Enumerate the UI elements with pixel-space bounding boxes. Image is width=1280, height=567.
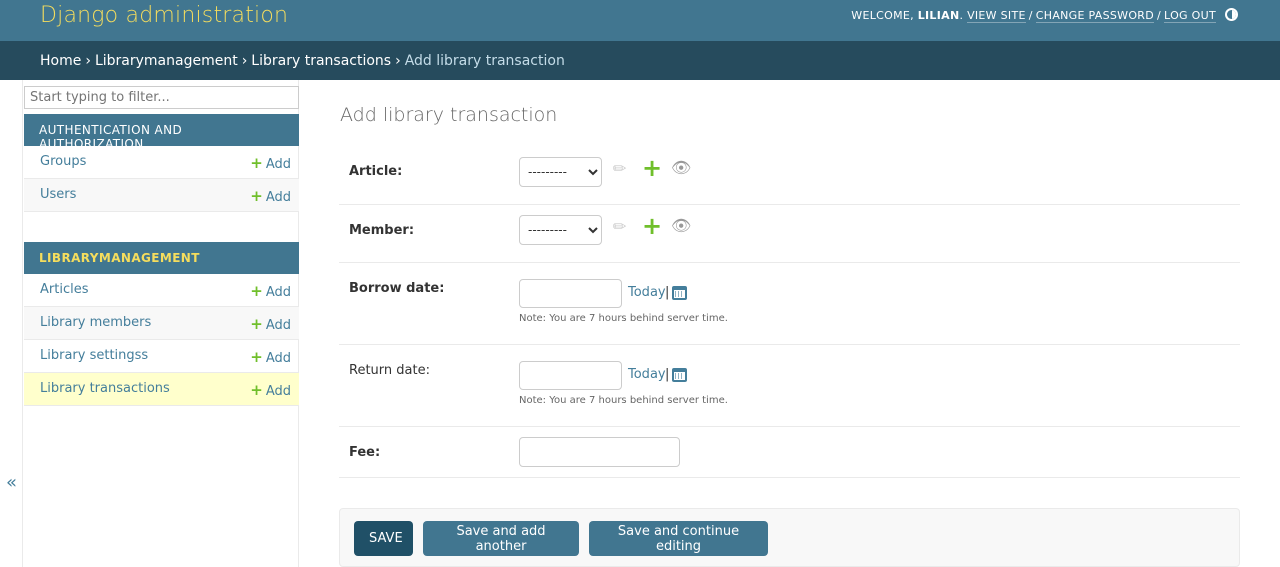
module-caption-librarymanagement[interactable]: LIBRARYMANAGEMENT [24, 242, 299, 274]
breadcrumb-app[interactable]: Librarymanagement [95, 53, 238, 69]
article-select[interactable]: --------- [519, 157, 602, 187]
save-and-continue-button[interactable]: Save and continue editing [589, 521, 768, 556]
sidebar-link-library-settingss[interactable]: Library settingss [40, 348, 148, 363]
breadcrumb-home[interactable]: Home [40, 53, 81, 69]
view-eye-icon: 👁 [671, 216, 692, 235]
borrow-date-help: Note: You are 7 hours behind server time… [519, 313, 728, 324]
add-users-link[interactable]: + Add [250, 187, 291, 205]
borrow-date-label: Borrow date: [349, 281, 445, 296]
nav-sidebar: AUTHENTICATION AND AUTHORIZATION Groups … [22, 80, 299, 567]
breadcrumb-current: Add library transaction [404, 53, 565, 69]
breadcrumb: Home › Librarymanagement › Library transacti… [0, 41, 1280, 80]
borrow-date-today-link[interactable]: Today [628, 285, 666, 300]
add-articles-link[interactable]: + Add [250, 282, 291, 300]
add-library-settingss-link[interactable]: + Add [250, 348, 291, 366]
username: LILIAN [917, 9, 960, 22]
view-eye-icon: 👁 [671, 158, 692, 177]
member-label: Member: [349, 223, 415, 238]
calendar-icon[interactable] [672, 286, 687, 300]
nav-filter-input[interactable] [24, 86, 299, 109]
add-article-plus-icon[interactable]: + [642, 156, 662, 180]
view-site-link[interactable]: VIEW SITE [967, 9, 1026, 23]
site-branding[interactable]: Django administration [40, 3, 288, 28]
user-tools: WELCOME, LILIAN. VIEW SITE / CHANGE PASSWO… [851, 9, 1216, 23]
change-password-link[interactable]: CHANGE PASSWORD [1035, 9, 1155, 23]
return-date-today-link[interactable]: Today [628, 367, 666, 382]
sidebar-link-library-transactions[interactable]: Library transactions [40, 381, 170, 396]
toggle-sidebar-button[interactable]: « [6, 472, 17, 493]
plus-icon: + [250, 348, 263, 366]
save-button[interactable]: SAVE [354, 521, 413, 556]
sidebar-item-groups: Groups + Add [24, 146, 299, 179]
return-date-help: Note: You are 7 hours behind server time… [519, 395, 728, 406]
log-out-link[interactable]: LOG OUT [1164, 9, 1216, 23]
breadcrumb-model[interactable]: Library transactions [251, 53, 391, 69]
form-row-member: Member: --------- ✎ + 👁 [339, 205, 1240, 263]
welcome-text: WELCOME, [851, 9, 914, 22]
sidebar-link-users[interactable]: Users [40, 187, 76, 202]
form-row-article: Article: --------- ✎ + 👁 [339, 146, 1240, 205]
plus-icon: + [250, 154, 263, 172]
plus-icon: + [250, 381, 263, 399]
return-date-input[interactable] [519, 361, 622, 390]
pencil-icon: ✎ [608, 215, 632, 238]
add-library-transactions-link[interactable]: + Add [250, 381, 291, 399]
module-caption-auth[interactable]: AUTHENTICATION AND AUTHORIZATION [24, 114, 299, 151]
theme-toggle-icon[interactable] [1225, 8, 1238, 21]
sidebar-item-users: Users + Add [24, 179, 299, 212]
add-member-plus-icon[interactable]: + [642, 214, 662, 238]
page-title: Add library transaction [340, 104, 558, 126]
sidebar-item-library-transactions: Library transactions + Add [24, 373, 299, 406]
plus-icon: + [250, 187, 263, 205]
borrow-date-input[interactable] [519, 279, 622, 308]
plus-icon: + [250, 315, 263, 333]
sidebar-link-articles[interactable]: Articles [40, 282, 88, 297]
form-row-return-date: Return date: Today | Note: You are 7 hou… [339, 345, 1240, 427]
form-row-fee: Fee: [339, 427, 1240, 478]
fee-input[interactable] [519, 437, 680, 467]
sidebar-item-library-members: Library members + Add [24, 307, 299, 340]
plus-icon: + [250, 282, 263, 300]
sidebar-item-library-settingss: Library settingss + Add [24, 340, 299, 373]
form-row-borrow-date: Borrow date: Today | Note: You are 7 hou… [339, 263, 1240, 345]
sidebar-item-articles: Articles + Add [24, 274, 299, 307]
member-select[interactable]: --------- [519, 215, 602, 245]
return-date-label: Return date: [349, 363, 430, 378]
save-and-add-another-button[interactable]: Save and add another [423, 521, 579, 556]
calendar-icon[interactable] [672, 368, 687, 382]
sidebar-link-groups[interactable]: Groups [40, 154, 86, 169]
pencil-icon: ✎ [608, 157, 632, 180]
module-librarymanagement: LIBRARYMANAGEMENT Articles + Add Library … [24, 242, 299, 406]
module-auth: AUTHENTICATION AND AUTHORIZATION Groups … [24, 114, 299, 212]
add-library-members-link[interactable]: + Add [250, 315, 291, 333]
fee-label: Fee: [349, 445, 381, 460]
sidebar-link-library-members[interactable]: Library members [40, 315, 151, 330]
submit-row: SAVE Save and add another Save and conti… [339, 508, 1240, 567]
add-groups-link[interactable]: + Add [250, 154, 291, 172]
article-label: Article: [349, 164, 403, 179]
header: Django administration WELCOME, LILIAN. V… [0, 0, 1280, 41]
